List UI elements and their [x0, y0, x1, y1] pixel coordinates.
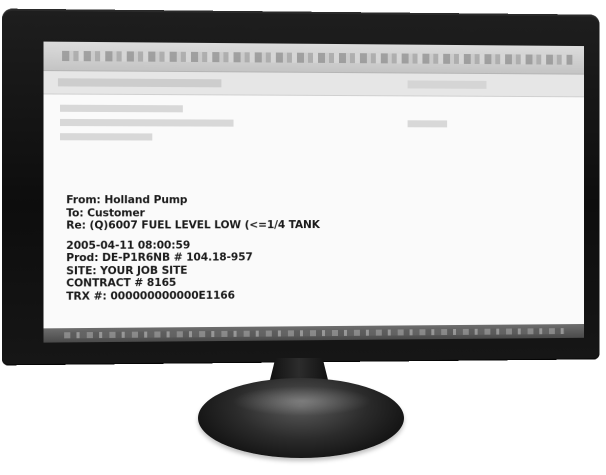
monitor-screen: From: Holland Pump To: Customer Re: (Q)6…: [44, 42, 585, 343]
email-subheader: [44, 71, 585, 97]
toolbar-buttons[interactable]: [62, 51, 572, 65]
monitor-photo: From: Holland Pump To: Customer Re: (Q)6…: [0, 0, 606, 475]
monitor-bezel: From: Holland Pump To: Customer Re: (Q)6…: [2, 9, 599, 366]
taskbar[interactable]: [44, 324, 585, 343]
header-field: [60, 119, 234, 127]
subheader-text-right: [408, 80, 487, 88]
header-field: [60, 133, 152, 140]
taskbar-icons[interactable]: [64, 328, 564, 338]
from-line: From: Holland Pump: [66, 194, 566, 207]
email-header-block: [44, 94, 585, 160]
header-field: [60, 105, 183, 113]
to-line: To: Customer: [66, 206, 566, 219]
trx-line: TRX #: 000000000000E1166: [66, 287, 566, 303]
subheader-text: [58, 78, 221, 87]
email-message-body: From: Holland Pump To: Customer Re: (Q)6…: [66, 194, 566, 303]
email-toolbar[interactable]: [44, 42, 585, 75]
stand-highlight: [232, 386, 372, 416]
header-field: [408, 120, 448, 127]
